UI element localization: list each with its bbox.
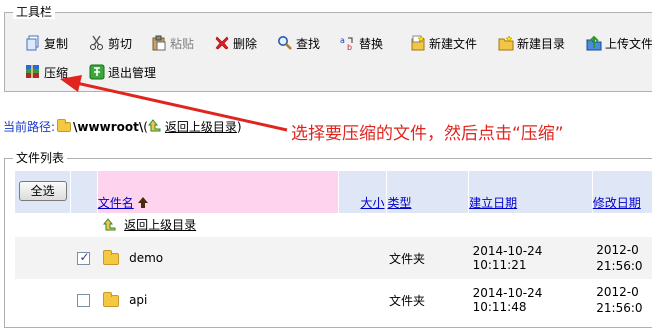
file-created: 2014-10-24 10:11:48 [468, 279, 593, 321]
sort-by-created-link[interactable]: 建立日期 [469, 196, 517, 210]
annotation-text: 选择要压缩的文件，然后点击“压缩” [291, 124, 564, 144]
current-path-bar: 当前路径: \wwwroot\ ( 返回上级目录 ) [3, 118, 242, 135]
file-modified-time: 21:56:0 [596, 259, 643, 273]
up-arrow-icon [103, 217, 117, 234]
sort-up-arrow-icon [137, 196, 148, 211]
sort-by-name-link[interactable]: 文件名 [98, 196, 134, 210]
file-table: 全选 文件名 大小 类型 建立日期 修改日期 返回上级目录 ✓ demo 文件夹… [15, 171, 652, 321]
file-size [338, 237, 387, 279]
file-size [338, 279, 387, 321]
path-up-link[interactable]: 返回上级目录 [165, 118, 237, 135]
folder-icon [103, 291, 120, 307]
row-checkbox[interactable] [77, 250, 91, 265]
table-row[interactable]: api 文件夹 2014-10-24 10:11:48 2012-0 21:56… [15, 279, 652, 321]
file-name[interactable]: api [129, 293, 147, 307]
current-path-label: 当前路径: [3, 120, 56, 134]
parent-dir-row: 返回上级目录 [15, 213, 652, 237]
table-row[interactable]: demo 文件夹 2014-10-24 10:11:21 2012-0 21:5… [15, 237, 652, 279]
folder-icon [103, 249, 120, 265]
row-checkbox[interactable] [77, 294, 91, 307]
sort-by-size-link[interactable]: 大小 [360, 196, 384, 210]
parent-dir-link[interactable]: 返回上级目录 [124, 218, 196, 232]
sort-by-type-link[interactable]: 类型 [387, 196, 411, 210]
file-modified-date: 2012-0 [596, 285, 639, 299]
table-header-row: 全选 文件名 大小 类型 建立日期 修改日期 [15, 171, 652, 213]
up-arrow-icon [147, 118, 162, 135]
file-name[interactable]: demo [129, 251, 163, 265]
folder-icon [57, 118, 72, 132]
current-path-value: \wwwroot\ [73, 119, 144, 134]
file-type: 文件夹 [386, 237, 469, 279]
sort-by-modified-link[interactable]: 修改日期 [593, 196, 641, 210]
file-modified-time: 21:56:0 [596, 301, 643, 315]
file-type: 文件夹 [386, 279, 469, 321]
file-modified-date: 2012-0 [596, 243, 639, 257]
select-all-button[interactable]: 全选 [18, 181, 67, 201]
file-created: 2014-10-24 10:11:21 [468, 237, 593, 279]
file-list-legend: 文件列表 [13, 151, 68, 165]
